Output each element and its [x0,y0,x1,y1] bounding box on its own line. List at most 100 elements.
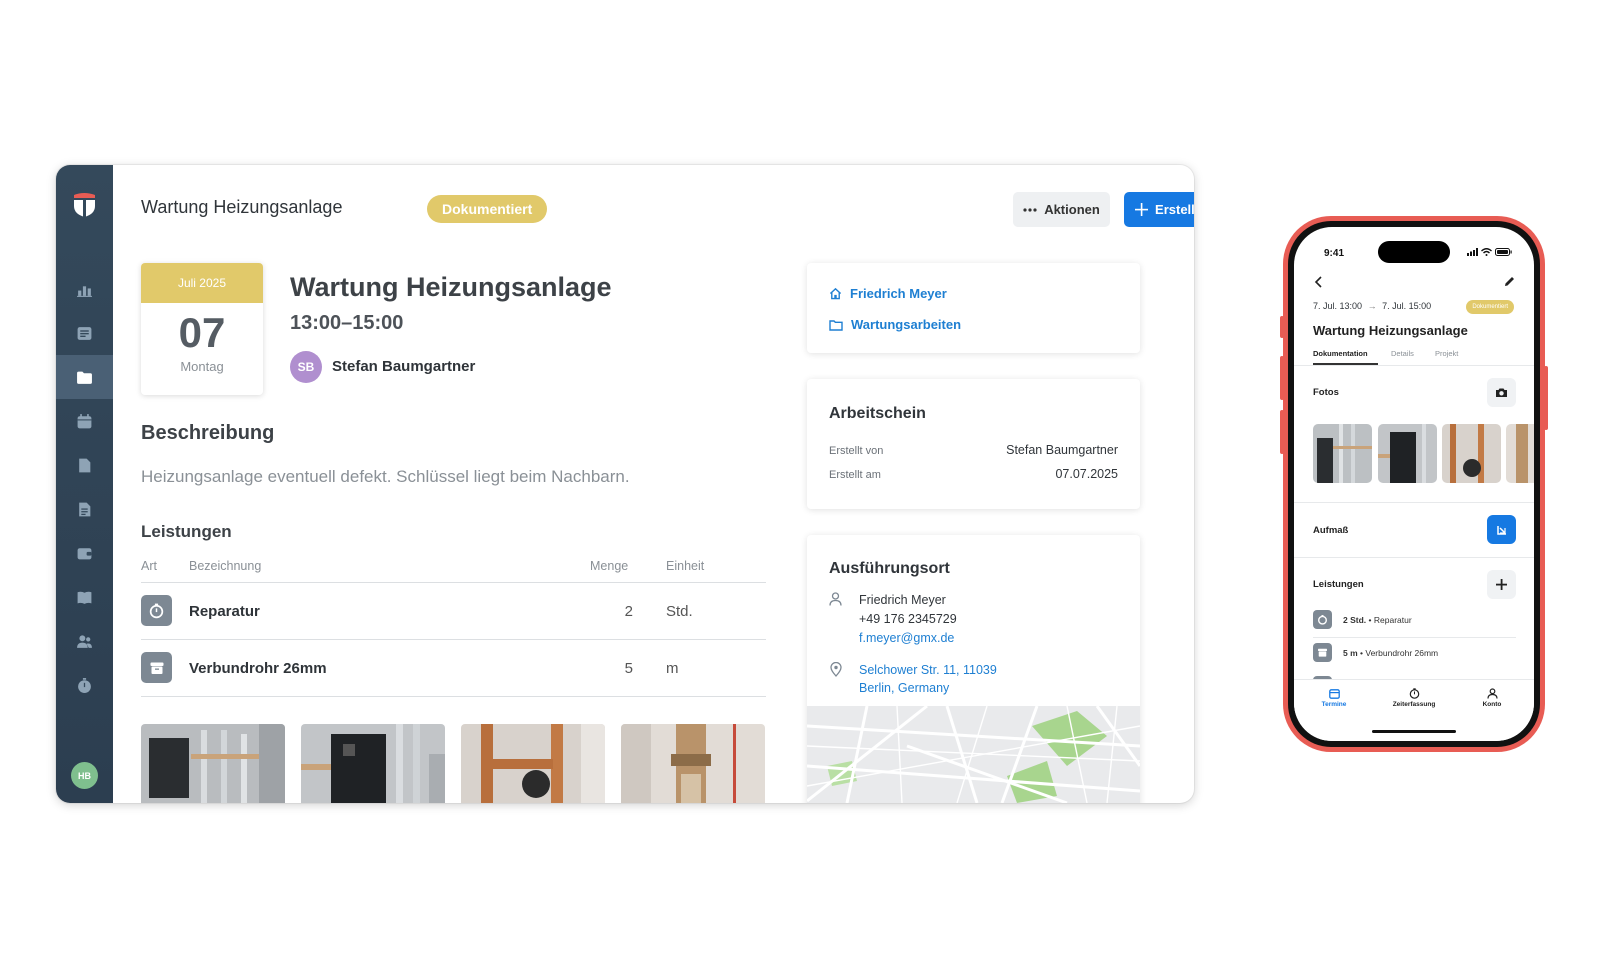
nav-account[interactable]: Konto [1462,688,1522,708]
row-unit: Std. [666,603,693,620]
sidebar-item-calendar[interactable] [56,399,113,443]
create-button[interactable]: Erstellen [1124,192,1194,227]
assignee-name: Stefan Baumgartner [332,358,476,375]
photo-thumbnail[interactable] [621,724,765,803]
related-links-card: Friedrich Meyer Wartungsarbeiten [807,263,1140,353]
nav-appointments[interactable]: Termine [1304,688,1364,708]
address-line1-link[interactable]: Selchower Str. 11, 11039 [859,663,997,677]
service-name: Reparatur [1373,615,1412,625]
actions-button[interactable]: Aktionen [1013,192,1110,227]
column-header-quantity: Menge [590,559,629,573]
sidebar-item-tasks[interactable] [56,311,113,355]
service-row-text: 5 m • Verbundrohr 26mm [1343,648,1438,658]
photo-thumbnail[interactable] [1506,424,1534,483]
table-divider [141,639,766,640]
wallet-icon [77,547,92,559]
phone-mockup: 9:41 7. Jul. 13:00 → 7. Jul. 15:00 Dokum… [1283,216,1545,752]
desktop-app-window: HB Wartung Heizungsanlage Dokumentiert A… [56,165,1194,803]
created-by-label: Erstellt von [829,445,884,457]
contact-phone[interactable]: +49 176 2345729 [859,612,957,626]
project-link[interactable]: Wartungsarbeiten [829,317,961,332]
nav-account-label: Konto [1482,701,1502,708]
divider [1313,637,1516,638]
users-icon [77,634,92,648]
date-weekday: Montag [180,359,224,374]
archive-box-icon [1313,643,1332,662]
worksheet-card: Arbeitschein Erstellt von Stefan Baumgar… [807,379,1140,509]
back-chevron-icon[interactable] [1312,275,1326,289]
person-icon [829,592,842,606]
column-header-type: Art [141,559,157,573]
sidebar-item-appointments[interactable] [56,355,113,399]
page-title: Wartung Heizungsanlage [141,197,343,217]
edit-pencil-icon[interactable] [1503,275,1516,288]
divider [1294,365,1534,366]
phone-title: Wartung Heizungsanlage [1313,323,1468,338]
assignee-avatar: SB [290,351,322,383]
location-map[interactable] [807,706,1140,803]
phone-services-heading: Leistungen [1313,579,1364,590]
measure-icon [1496,525,1506,535]
sidebar-item-finance[interactable] [56,531,113,575]
folder-icon [829,319,843,331]
customer-link[interactable]: Friedrich Meyer [829,286,947,301]
photo-thumbnail[interactable] [301,724,445,803]
phone-date-start: 7. Jul. 13:00 [1313,301,1363,311]
sidebar: HB [56,165,113,803]
location-heading: Ausführungsort [829,560,950,577]
status-bar-icons [1467,248,1512,256]
photo-thumbnail[interactable] [461,724,605,803]
service-row-text: 2 Std. • Reparatur [1343,615,1412,625]
phone-screen: 9:41 7. Jul. 13:00 → 7. Jul. 15:00 Dokum… [1294,227,1534,741]
tab-details[interactable]: Details [1391,349,1414,358]
bottom-navigation: Termine Zeiterfassung Konto [1294,679,1534,741]
archive-box-icon [141,652,172,683]
nav-time-tracking[interactable]: Zeiterfassung [1384,688,1444,708]
service-amount: 2 Std. [1343,615,1367,625]
address-line2-link[interactable]: Berlin, Germany [859,681,949,695]
photo-thumbnail[interactable] [1442,424,1501,483]
tab-documentation[interactable]: Dokumentation [1313,349,1368,358]
sidebar-item-catalog[interactable] [56,575,113,619]
sidebar-item-team[interactable] [56,619,113,663]
sidebar-item-documents[interactable] [56,443,113,487]
photo-thumbnail[interactable] [141,724,285,803]
customer-link-label: Friedrich Meyer [850,286,947,301]
nav-appointments-label: Termine [1321,701,1347,708]
contact-email-link[interactable]: f.meyer@gmx.de [859,631,954,645]
camera-icon [1496,388,1507,397]
column-header-name: Bezeichnung [189,559,262,573]
signal-icon [1467,248,1478,256]
add-service-button[interactable] [1487,570,1516,599]
user-avatar[interactable]: HB [71,762,98,789]
stopwatch-icon [1313,610,1332,629]
home-indicator [1372,730,1456,733]
table-divider [141,696,766,697]
photo-thumbnail[interactable] [1313,424,1372,483]
add-photo-button[interactable] [1487,378,1516,407]
folder-icon [77,371,92,384]
row-name: Verbundrohr 26mm [189,660,327,677]
sidebar-item-invoices[interactable] [56,487,113,531]
row-unit: m [666,660,679,677]
measurement-heading: Aufmaß [1313,525,1349,536]
sidebar-item-time-tracking[interactable] [56,663,113,707]
timer-icon [1409,688,1419,699]
services-heading: Leistungen [141,522,232,541]
date-month: Juli 2025 [141,263,263,303]
calendar-icon [77,413,92,428]
divider [1294,557,1534,558]
phone-bezel: 9:41 7. Jul. 13:00 → 7. Jul. 15:00 Dokum… [1288,221,1540,747]
phone-date-end: 7. Jul. 15:00 [1382,301,1432,311]
book-icon [77,591,92,604]
plus-icon [1135,203,1149,216]
project-link-label: Wartungsarbeiten [851,317,962,332]
tab-project[interactable]: Projekt [1435,349,1458,358]
timer-icon [78,677,91,693]
sidebar-item-dashboard[interactable] [56,267,113,311]
worksheet-heading: Arbeitschein [829,405,926,422]
service-amount: 5 m [1343,648,1358,658]
measurement-button[interactable] [1487,515,1516,544]
stopwatch-icon [141,595,172,626]
photo-thumbnail[interactable] [1378,424,1437,483]
